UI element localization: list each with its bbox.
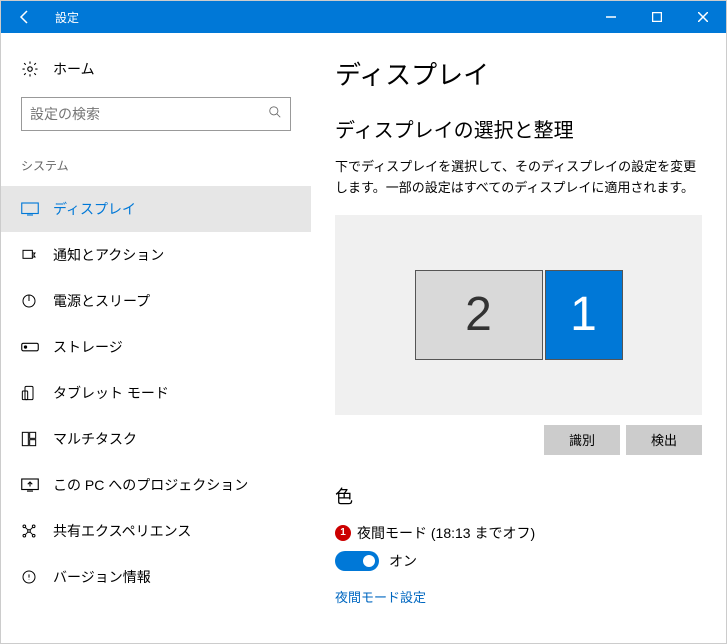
minimize-button[interactable] [588,1,634,33]
window-titlebar: 設定 [1,1,726,33]
toggle-state-label: オン [389,551,417,571]
sidebar-item-2[interactable]: 電源とスリープ [1,278,311,324]
sidebar-item-icon [21,202,43,216]
night-mode-toggle[interactable] [335,551,379,571]
sidebar-item-icon [21,293,43,309]
close-button[interactable] [680,1,726,33]
home-link[interactable]: ホーム [1,53,311,97]
home-label: ホーム [53,59,95,79]
annotation-badge: 1 [335,525,351,541]
sidebar-item-icon [21,431,43,447]
night-mode-settings-link[interactable]: 夜間モード設定 [335,587,702,606]
sidebar-item-4[interactable]: タブレット モード [1,370,311,416]
night-mode-label: 夜間モード (18:13 までオフ) [357,523,535,543]
sidebar-item-8[interactable]: バージョン情報 [1,554,311,600]
sidebar-item-icon [21,523,43,539]
sidebar-item-label: マルチタスク [53,429,137,449]
main-panel: ディスプレイ ディスプレイの選択と整理 下でディスプレイを選択して、そのディスプ… [311,33,726,643]
display-arrange-area[interactable]: 2 1 [335,215,702,415]
back-button[interactable] [1,1,49,33]
color-heading: 色 [335,483,702,509]
sidebar-item-label: ストレージ [53,337,123,357]
gear-icon [21,60,43,78]
sidebar-item-icon [21,478,43,492]
sidebar-item-icon [21,385,43,401]
sidebar: ホーム システム ディスプレイ通知とアクション電源とスリープストレージタブレット… [1,33,311,643]
sidebar-item-1[interactable]: 通知とアクション [1,232,311,278]
sidebar-item-label: バージョン情報 [53,567,151,587]
toggle-knob [363,555,375,567]
sidebar-item-3[interactable]: ストレージ [1,324,311,370]
arrange-heading: ディスプレイの選択と整理 [335,114,702,143]
sidebar-item-label: 共有エクスペリエンス [53,521,191,541]
maximize-button[interactable] [634,1,680,33]
detect-button[interactable]: 検出 [626,425,702,455]
category-label: システム [1,149,311,186]
monitor-2[interactable]: 2 [415,270,543,360]
window-title: 設定 [49,9,588,26]
sidebar-item-icon [21,247,43,263]
sidebar-item-label: この PC へのプロジェクション [53,475,248,495]
identify-button[interactable]: 識別 [544,425,620,455]
arrange-description: 下でディスプレイを選択して、そのディスプレイの設定を変更します。一部の設定はすべ… [335,157,702,199]
search-box[interactable] [21,97,291,131]
sidebar-item-label: ディスプレイ [53,199,136,219]
sidebar-item-5[interactable]: マルチタスク [1,416,311,462]
sidebar-item-icon [21,569,43,585]
sidebar-item-label: 通知とアクション [53,245,164,265]
night-mode-row: 1 夜間モード (18:13 までオフ) [335,523,702,543]
sidebar-item-7[interactable]: 共有エクスペリエンス [1,508,311,554]
sidebar-item-6[interactable]: この PC へのプロジェクション [1,462,311,508]
sidebar-item-label: 電源とスリープ [53,291,150,311]
search-input[interactable] [30,106,268,122]
search-icon [268,105,282,124]
monitor-1[interactable]: 1 [545,270,623,360]
sidebar-item-icon [21,342,43,352]
sidebar-item-0[interactable]: ディスプレイ [1,186,311,232]
sidebar-item-label: タブレット モード [53,383,169,403]
page-title: ディスプレイ [335,55,702,92]
